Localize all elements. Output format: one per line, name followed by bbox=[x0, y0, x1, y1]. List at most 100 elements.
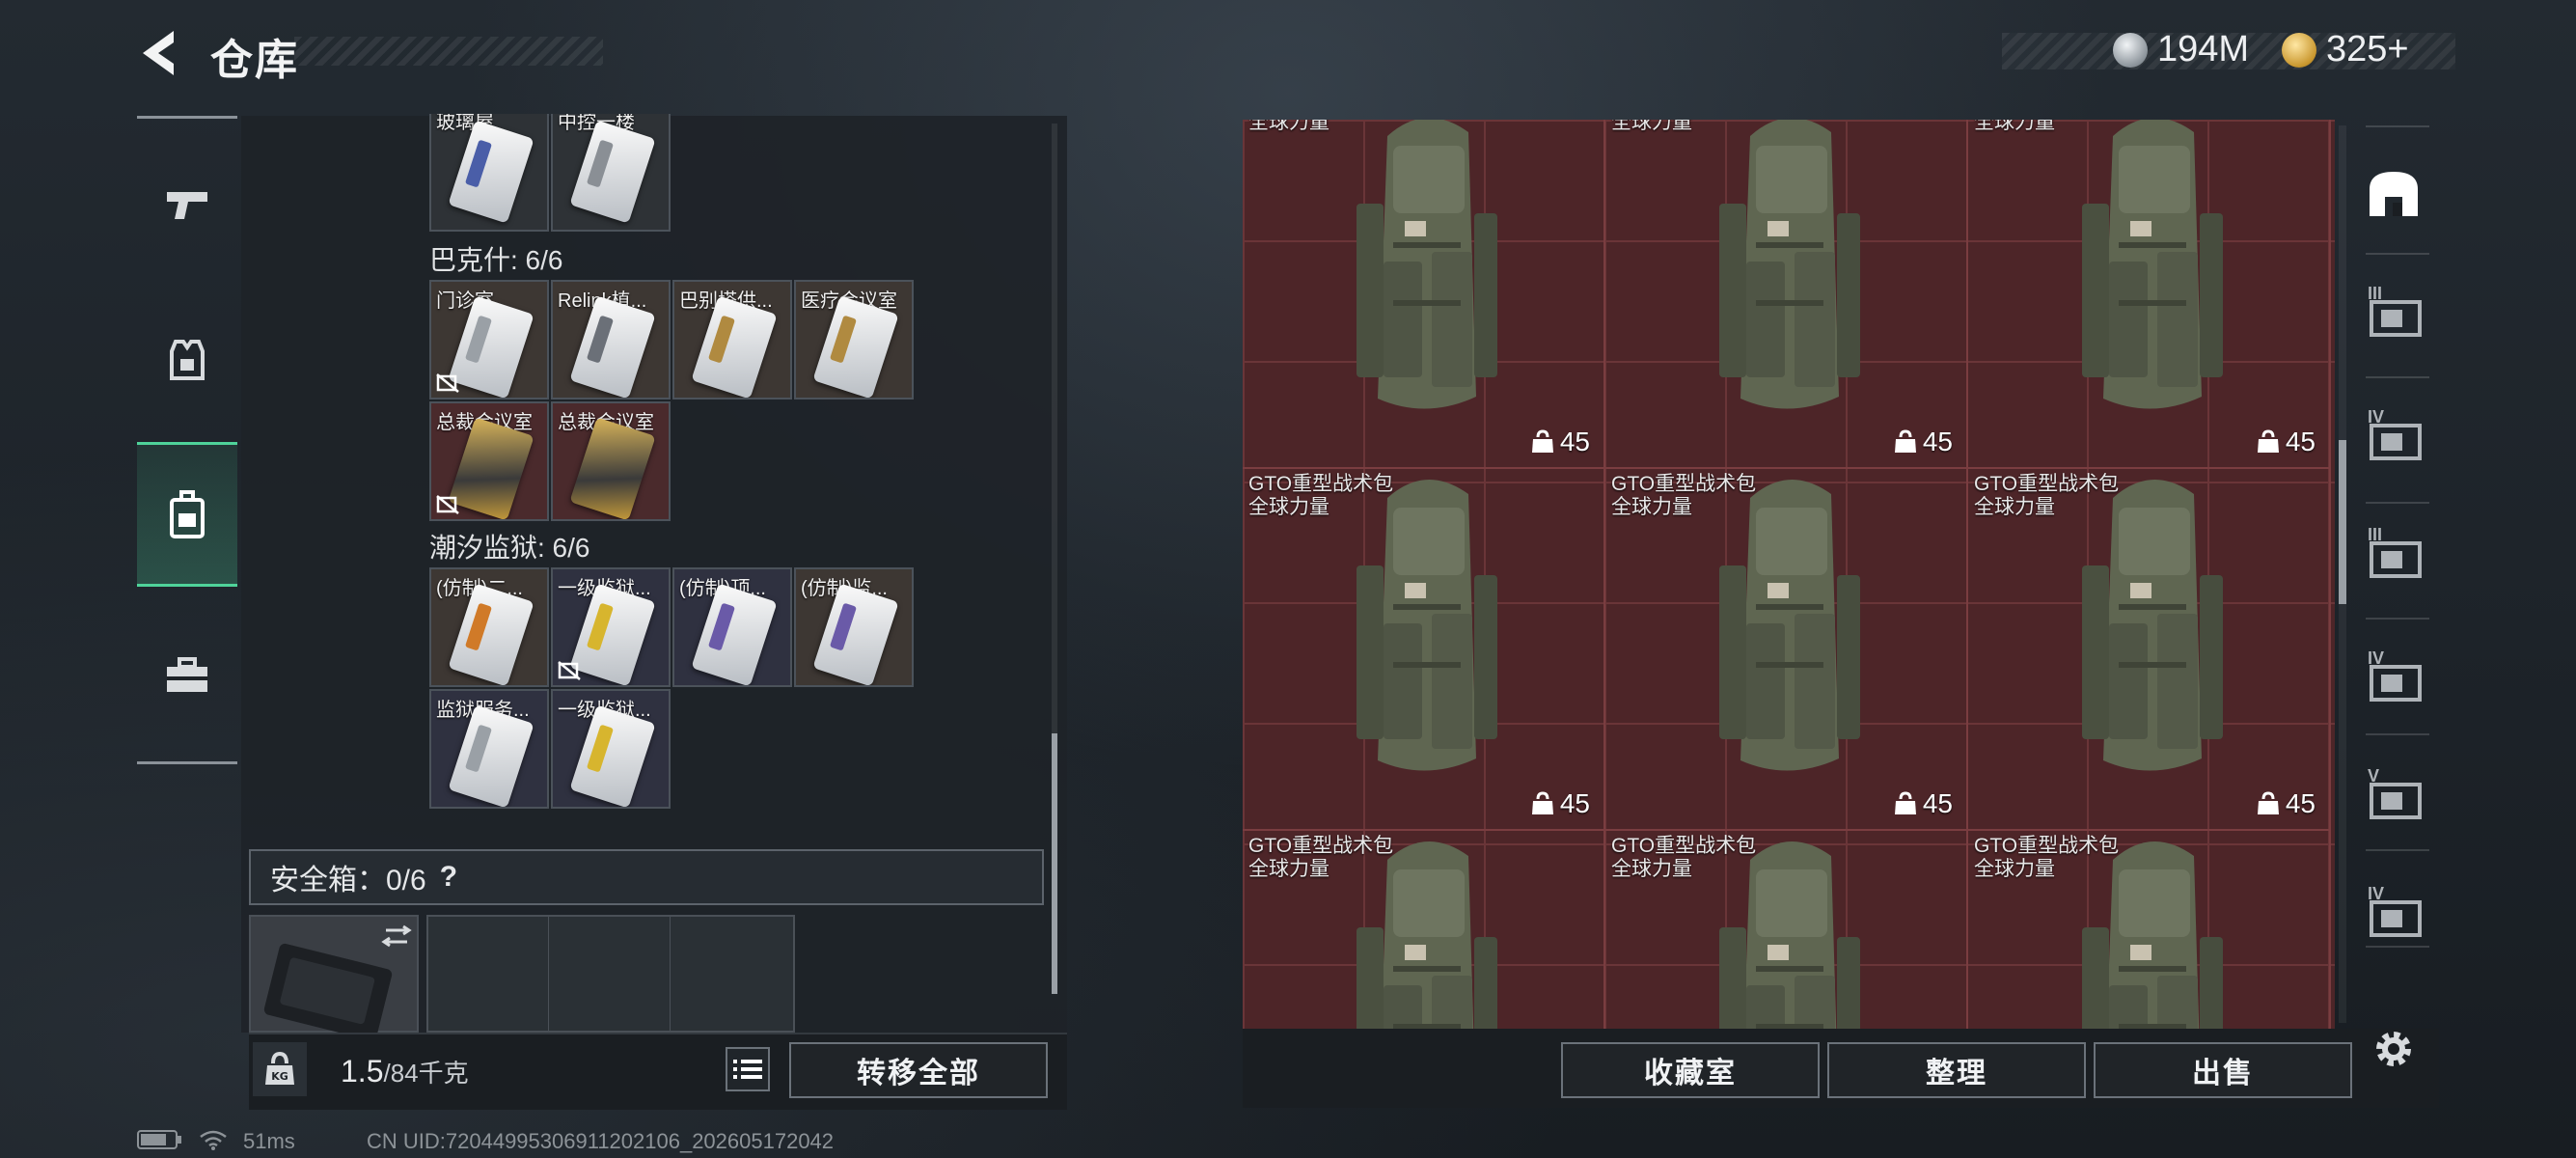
backpack-image bbox=[2082, 120, 2223, 409]
keycard-slot[interactable]: (仿制)二... bbox=[429, 567, 549, 687]
tab-divider bbox=[2366, 502, 2429, 504]
armor-vest-icon bbox=[170, 340, 205, 380]
stash-item-label: GTO重型战术包 全球力量 bbox=[1248, 835, 1393, 881]
group-label-tidal-prison: 潮汐监狱: 6/6 bbox=[429, 533, 590, 563]
keycard-slot[interactable]: 总裁会议室 bbox=[429, 401, 549, 521]
stash-item-backpack[interactable]: 全球力量 45 bbox=[1968, 120, 2331, 469]
back-button[interactable] bbox=[135, 27, 181, 79]
keycard-slot[interactable]: 一级监狱... bbox=[551, 689, 671, 809]
stash-item-backpack[interactable]: 全球力量 45 bbox=[1243, 120, 1605, 469]
weight-icon: KG bbox=[253, 1042, 307, 1096]
stash-item-backpack[interactable]: GTO重型战术包 全球力量 bbox=[1968, 831, 2331, 1029]
tab-tier-label: IV bbox=[2368, 884, 2385, 903]
tab-tier-label: III bbox=[2368, 525, 2383, 544]
currency-silver-value: 194M bbox=[2157, 29, 2250, 69]
weight-icon bbox=[1894, 429, 1916, 453]
keycard-slot[interactable]: 医疗会议室 bbox=[794, 280, 914, 400]
keycard-slot[interactable]: 中控一楼 bbox=[551, 114, 671, 232]
weight-readout: 1.5/84千克 bbox=[341, 1054, 469, 1089]
collection-room-button[interactable]: 收藏室 bbox=[1561, 1042, 1820, 1098]
list-view-button[interactable] bbox=[726, 1047, 770, 1091]
stash-item-backpack[interactable]: GTO重型战术包 全球力量 bbox=[1605, 831, 1968, 1029]
item-faction: 全球力量 bbox=[1248, 858, 1329, 880]
stash-item-label: GTO重型战术包 全球力量 bbox=[1611, 835, 1756, 881]
item-name: GTO重型战术包 bbox=[1611, 835, 1757, 857]
toolbox-icon bbox=[167, 657, 207, 692]
help-icon[interactable]: ? bbox=[440, 861, 457, 894]
tab-divider bbox=[2366, 849, 2429, 851]
weight-icon bbox=[1531, 791, 1553, 814]
settings-button[interactable] bbox=[2362, 1015, 2425, 1083]
inventory-scroll-thumb[interactable] bbox=[1052, 733, 1057, 994]
stash-home-icon bbox=[2370, 172, 2418, 216]
secure-case-image bbox=[263, 924, 412, 1041]
svg-text:KG: KG bbox=[271, 1070, 288, 1083]
secure-box-header: 安全箱：0/6 ? bbox=[249, 849, 1044, 905]
stash-item-label: GTO重型战术包 全球力量 bbox=[1974, 835, 2119, 881]
no-trade-icon bbox=[558, 661, 581, 680]
kettlebell-icon: KG bbox=[265, 1052, 294, 1085]
keycard-slot[interactable]: 巴别塔供... bbox=[672, 280, 792, 400]
keycard-slot[interactable]: 门诊室 bbox=[429, 280, 549, 400]
stash-home-tab[interactable] bbox=[2362, 159, 2425, 227]
keycard-slot[interactable]: (仿制)监... bbox=[794, 567, 914, 687]
nav-backpack[interactable] bbox=[137, 442, 237, 587]
silver-coin-icon bbox=[2113, 32, 2148, 68]
stash-grid: 全球力量 45 全球力量 45 全球力量 45 GTO重型战术包 全球力量 45 GTO重型战术包… bbox=[1243, 120, 2335, 1029]
stash-tab-3[interactable]: III bbox=[2362, 521, 2425, 589]
stash-tab-6[interactable]: IV bbox=[2362, 880, 2425, 948]
weight-icon bbox=[1531, 429, 1553, 453]
keycard-slot[interactable]: 一级监狱... bbox=[551, 567, 671, 687]
stash-item-backpack[interactable]: GTO重型战术包 全球力量 45 bbox=[1605, 469, 1968, 831]
stash-tab-1[interactable]: III bbox=[2362, 280, 2425, 347]
backpack-image bbox=[1357, 120, 1497, 409]
currency-silver[interactable]: 194M bbox=[2113, 29, 2249, 70]
pistol-icon bbox=[167, 192, 207, 219]
keycard-slot[interactable]: (仿制)顶... bbox=[672, 567, 792, 687]
currency-gold[interactable]: 325+ bbox=[2282, 29, 2409, 70]
list-icon bbox=[733, 1060, 762, 1079]
tab-tier-label: IV bbox=[2368, 407, 2385, 427]
stash-tab-4[interactable]: IV bbox=[2362, 645, 2425, 712]
weight-icon bbox=[2257, 791, 2279, 814]
secure-box-item[interactable] bbox=[249, 915, 419, 1041]
weight-icon bbox=[2257, 429, 2279, 453]
stash-item-backpack[interactable]: GTO重型战术包 全球力量 45 bbox=[1968, 469, 2331, 831]
weight-icon bbox=[1894, 791, 1916, 814]
keycard-slot[interactable]: 玻璃屋 bbox=[429, 114, 549, 232]
item-name: GTO重型战术包 bbox=[1974, 473, 2120, 495]
item-name: GTO重型战术包 bbox=[1248, 473, 1394, 495]
stash-item-label: 全球力量 bbox=[1611, 120, 1692, 134]
nav-toolbox[interactable] bbox=[137, 602, 237, 747]
weight-max: /84千克 bbox=[383, 1059, 469, 1088]
item-name: GTO重型战术包 bbox=[1611, 473, 1757, 495]
secure-box-slots[interactable] bbox=[426, 915, 795, 1033]
item-count: 45 bbox=[1894, 788, 1953, 819]
nav-armor[interactable] bbox=[137, 288, 237, 432]
item-faction: 全球力量 bbox=[1611, 858, 1692, 880]
sort-button[interactable]: 整理 bbox=[1827, 1042, 2086, 1098]
tab-divider bbox=[2366, 618, 2429, 620]
keycard-slot[interactable]: 监狱服务... bbox=[429, 689, 549, 809]
tab-tier-label: IV bbox=[2368, 648, 2385, 668]
tab-divider bbox=[2366, 376, 2429, 378]
transfer-all-button[interactable]: 转移全部 bbox=[789, 1042, 1048, 1098]
keycard-slot[interactable]: Relink植... bbox=[551, 280, 671, 400]
nav-weapons[interactable] bbox=[137, 133, 237, 278]
stash-item-backpack[interactable]: GTO重型战术包 全球力量 bbox=[1243, 831, 1605, 1029]
stash-item-label: GTO重型战术包 全球力量 bbox=[1611, 473, 1756, 519]
keycard-slot[interactable]: 总裁会议室 bbox=[551, 401, 671, 521]
stash-item-label: GTO重型战术包 全球力量 bbox=[1974, 473, 2119, 519]
stash-tab-2[interactable]: IV bbox=[2362, 403, 2425, 471]
item-count: 45 bbox=[1531, 427, 1590, 457]
title-decoration bbox=[294, 37, 603, 66]
stash-item-backpack[interactable]: 全球力量 45 bbox=[1605, 120, 1968, 469]
sell-button[interactable]: 出售 bbox=[2094, 1042, 2352, 1098]
tab-tier-label: III bbox=[2368, 284, 2383, 303]
stash-item-backpack[interactable]: GTO重型战术包 全球力量 45 bbox=[1243, 469, 1605, 831]
stash-scroll-thumb[interactable] bbox=[2339, 440, 2346, 604]
item-faction: 全球力量 bbox=[1248, 120, 1329, 133]
stash-tab-5[interactable]: V bbox=[2362, 762, 2425, 830]
stash-item-label: 全球力量 bbox=[1248, 120, 1329, 134]
ping-readout: 51ms bbox=[243, 1129, 295, 1153]
